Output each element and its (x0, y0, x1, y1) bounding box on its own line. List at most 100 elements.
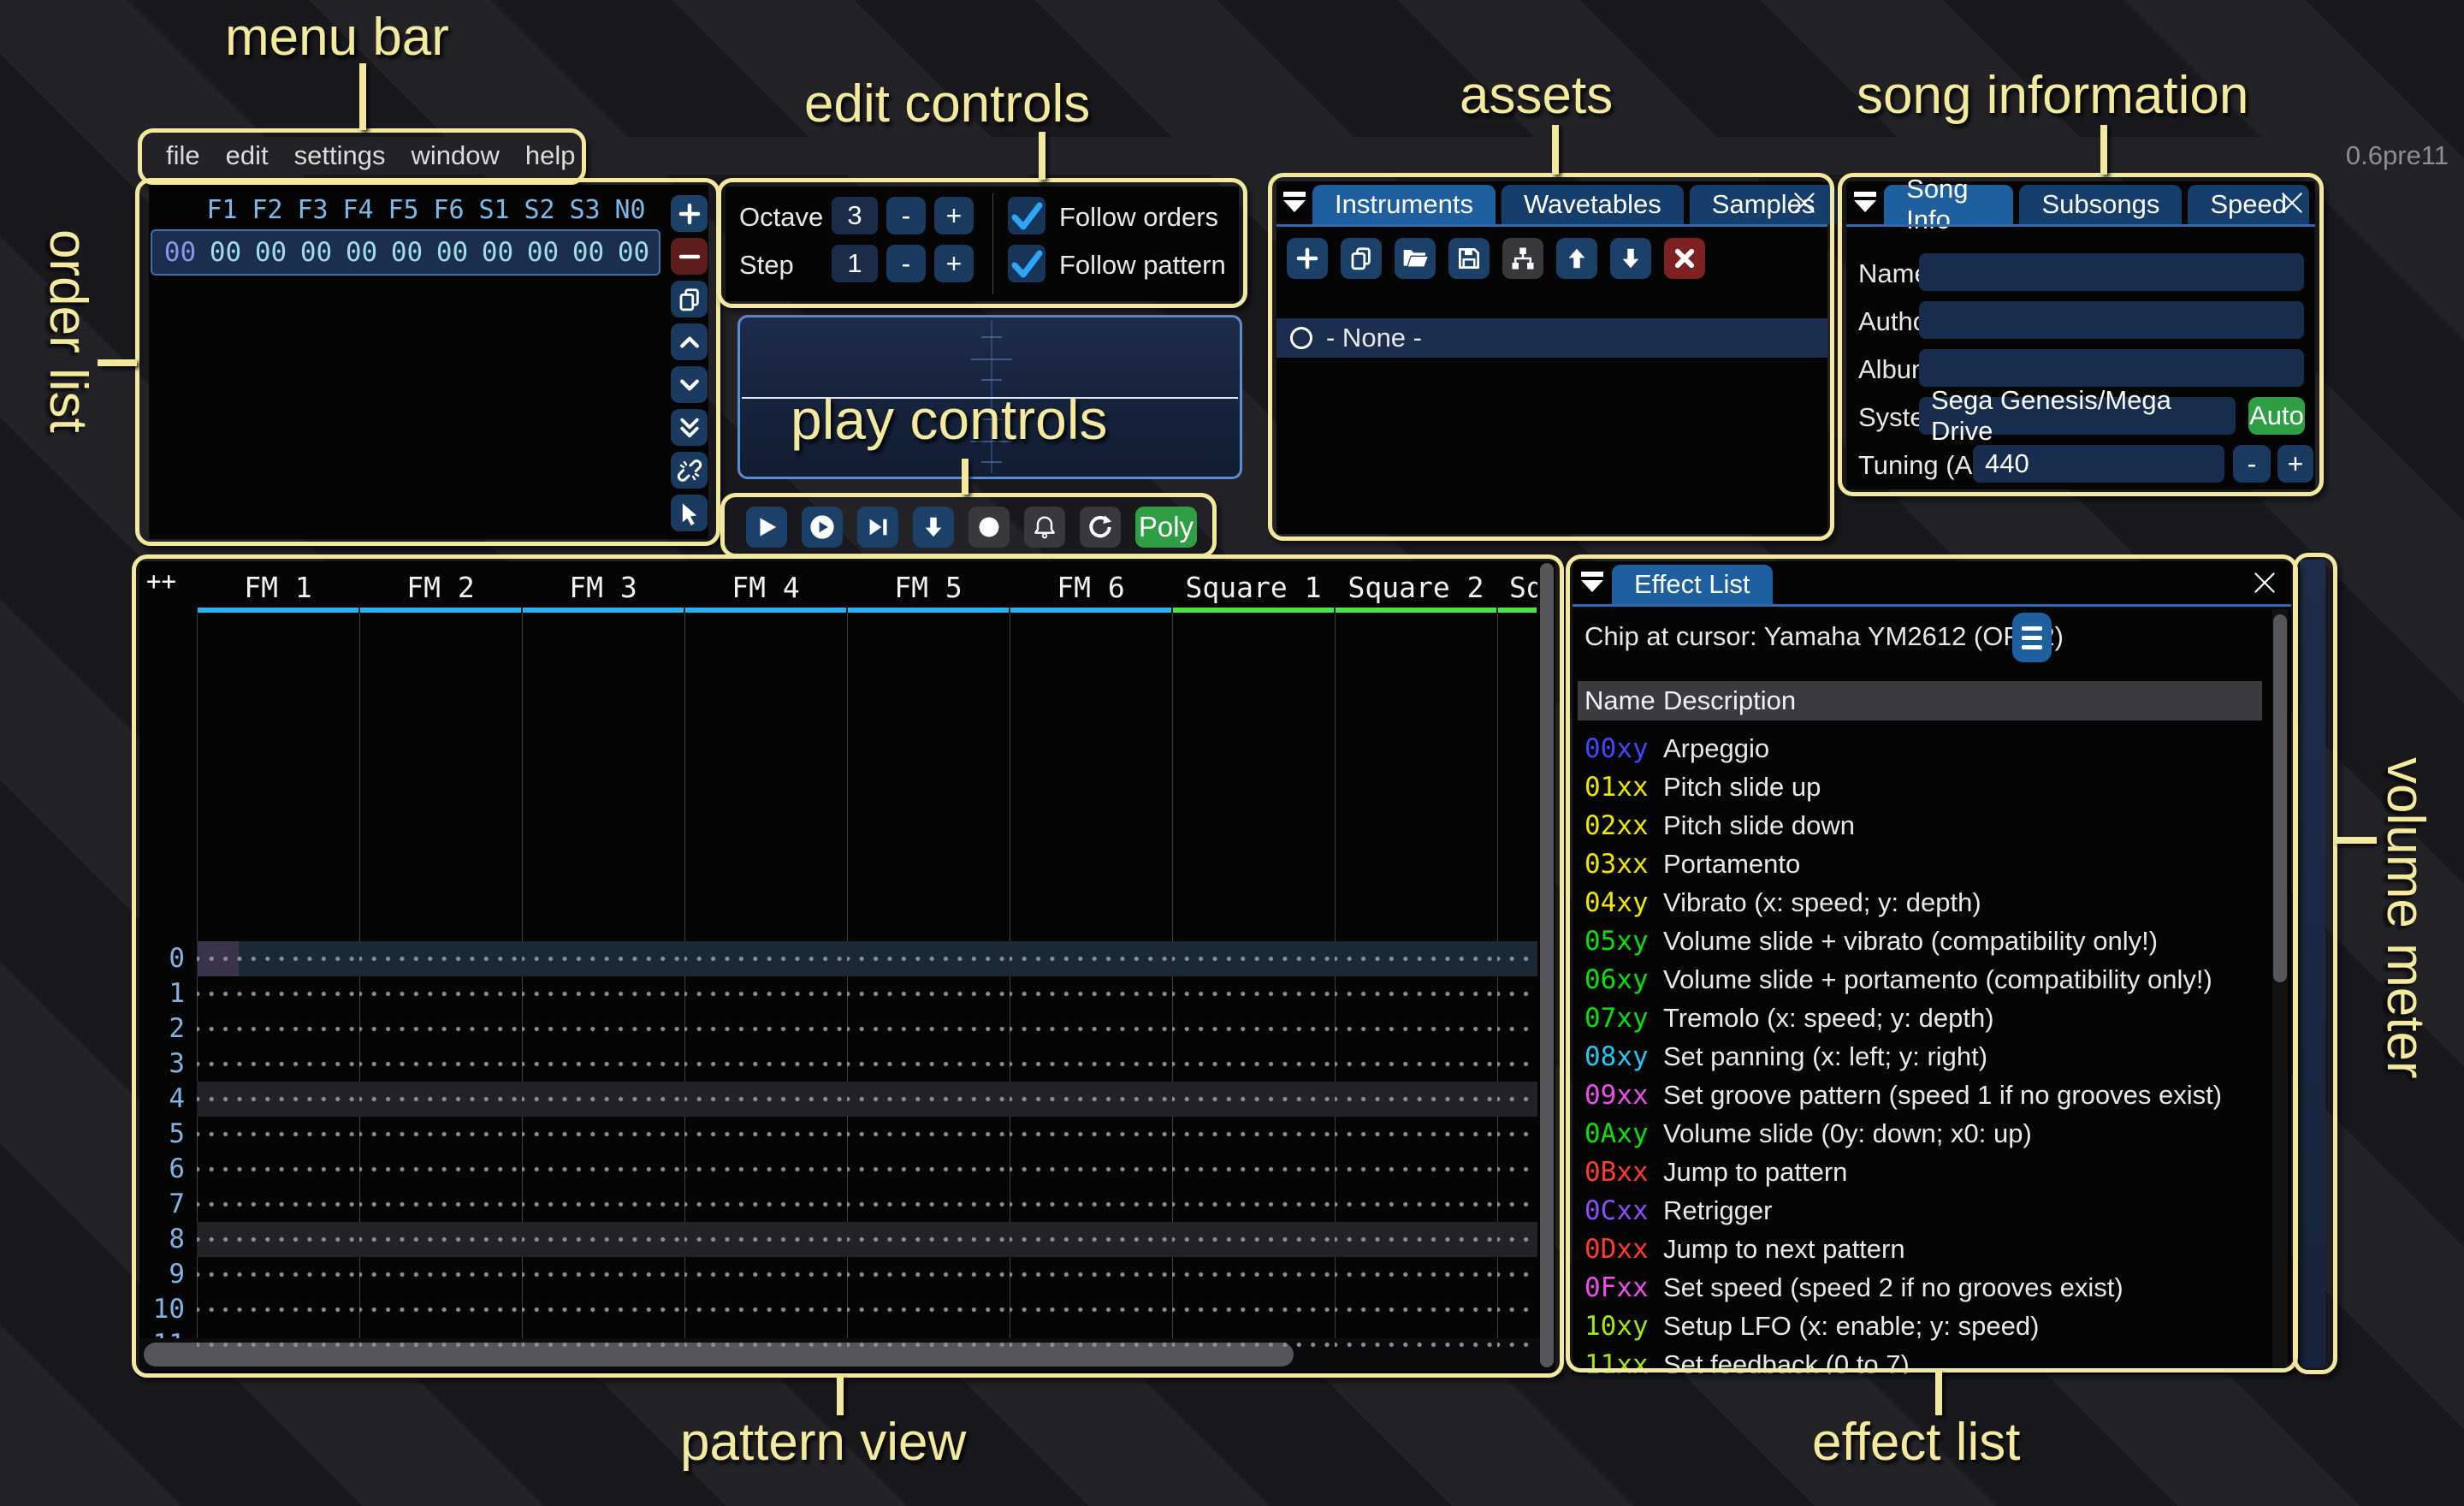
play-from-cursor-button[interactable] (802, 507, 843, 548)
tuning-input[interactable]: 440 (1973, 445, 2224, 483)
pattern-row-2[interactable]: 2 (139, 1011, 1537, 1046)
play-one-row-button[interactable] (857, 507, 898, 548)
effect-row-10xy[interactable]: 10xySetup LFO (x: enable; y: speed) (1573, 1307, 2266, 1345)
menu-settings[interactable]: settings (281, 140, 399, 171)
order-edit-mode-button[interactable] (671, 495, 708, 531)
add-order-button[interactable] (671, 195, 708, 232)
remove-order-button[interactable] (671, 238, 708, 275)
album-input[interactable] (1919, 349, 2304, 387)
tab-effect-list[interactable]: Effect List (1612, 565, 1773, 604)
effect-row-09xx[interactable]: 09xxSet groove pattern (speed 1 if no gr… (1573, 1076, 2266, 1114)
tab-song-info[interactable]: Song Info (1884, 185, 2013, 224)
pattern-row-9[interactable]: 9 (139, 1257, 1537, 1292)
collapse-window-icon[interactable] (1283, 192, 1306, 219)
directory-view-button[interactable] (1502, 238, 1543, 279)
order-cell-S3[interactable]: 00 (566, 237, 611, 268)
channel-header-square-2[interactable]: Square 2 (1335, 561, 1497, 613)
order-cell-N0[interactable]: 00 (611, 237, 656, 268)
effect-row-0Dxx[interactable]: 0DxxJump to next pattern (1573, 1230, 2266, 1268)
effect-row-08xy[interactable]: 08xySet panning (x: left; y: right) (1573, 1037, 2266, 1076)
move-order-up-button[interactable] (671, 323, 708, 360)
collapse-window-icon[interactable] (1579, 572, 1605, 599)
order-cell-F6[interactable]: 00 (429, 237, 475, 268)
effect-row-0Cxx[interactable]: 0CxxRetrigger (1573, 1191, 2266, 1230)
order-cell-F4[interactable]: 00 (339, 237, 384, 268)
effect-row-00xy[interactable]: 00xyArpeggio (1573, 729, 2266, 768)
channel-header-square-1[interactable]: Square 1 (1172, 561, 1335, 613)
effect-row-0Axy[interactable]: 0AxyVolume slide (0y: down; x0: up) (1573, 1114, 2266, 1153)
order-cell-F3[interactable]: 00 (293, 237, 339, 268)
pattern-row-0[interactable]: 0 (139, 941, 1537, 976)
effect-row-02xx[interactable]: 02xxPitch slide down (1573, 806, 2266, 845)
effect-list-menu-button[interactable] (2012, 613, 2052, 662)
effect-row-11xx[interactable]: 11xxSet feedback (0 to 7) (1573, 1345, 2266, 1374)
system-auto-button[interactable]: Auto (2248, 397, 2305, 435)
menu-edit[interactable]: edit (213, 140, 281, 171)
duplicate-order-button[interactable] (671, 281, 708, 317)
pattern-row-11[interactable]: 11 (139, 1327, 1537, 1362)
pattern-row-3[interactable]: 3 (139, 1046, 1537, 1082)
channel-header-fm-6[interactable]: FM 6 (1010, 561, 1172, 613)
name-input[interactable] (1919, 253, 2304, 291)
open-asset-button[interactable] (1395, 238, 1436, 279)
tab-subsongs[interactable]: Subsongs (2019, 185, 2182, 224)
order-cell-F2[interactable]: 00 (248, 237, 293, 268)
effect-row-0Bxx[interactable]: 0BxxJump to pattern (1573, 1153, 2266, 1191)
effect-row-07xy[interactable]: 07xyTremolo (x: speed; y: depth) (1573, 999, 2266, 1037)
close-icon[interactable] (1790, 188, 1819, 217)
menu-file[interactable]: file (153, 140, 213, 171)
menu-window[interactable]: window (398, 140, 512, 171)
duplicate-asset-button[interactable] (1341, 238, 1382, 279)
tab-wavetables[interactable]: Wavetables (1502, 185, 1684, 224)
pattern-row-6[interactable]: 6 (139, 1152, 1537, 1187)
menu-help[interactable]: help (512, 140, 589, 171)
close-icon[interactable] (2250, 568, 2279, 597)
pattern-row-10[interactable]: 10 (139, 1292, 1537, 1327)
tab-instruments[interactable]: Instruments (1312, 185, 1496, 224)
order-row-index[interactable]: 00 (157, 237, 203, 268)
step-plus-button[interactable]: + (934, 245, 974, 282)
tuning-plus-button[interactable]: + (2277, 445, 2313, 483)
pattern-row-8[interactable]: 8 (139, 1222, 1537, 1257)
octave-plus-button[interactable]: + (934, 197, 974, 234)
channel-header-fm-5[interactable]: FM 5 (847, 561, 1010, 613)
system-select[interactable]: Sega Genesis/Mega Drive (1919, 397, 2236, 435)
effect-row-01xx[interactable]: 01xxPitch slide up (1573, 768, 2266, 806)
effect-row-04xy[interactable]: 04xyVibrato (x: speed; y: depth) (1573, 883, 2266, 922)
effect-row-0Fxx[interactable]: 0FxxSet speed (speed 2 if no grooves exi… (1573, 1268, 2266, 1307)
poly-mode-button[interactable]: Poly (1135, 507, 1197, 548)
step-one-row-button[interactable] (913, 507, 954, 548)
effect-row-05xy[interactable]: 05xyVolume slide + vibrato (compatibilit… (1573, 922, 2266, 960)
add-asset-button[interactable] (1287, 238, 1328, 279)
metronome-button[interactable] (1024, 507, 1065, 548)
order-cell-S2[interactable]: 00 (520, 237, 566, 268)
follow-pattern-checkbox[interactable] (1008, 245, 1045, 282)
octave-minus-button[interactable]: - (886, 197, 926, 234)
pattern-row-7[interactable]: 7 (139, 1187, 1537, 1222)
deep-clone-toggle-button[interactable] (671, 452, 708, 489)
pattern-expand-button[interactable]: ++ (146, 566, 176, 596)
follow-orders-checkbox[interactable] (1008, 197, 1045, 234)
move-asset-up-button[interactable] (1556, 238, 1597, 279)
duplicate-order-at-end-button[interactable] (671, 409, 708, 446)
channel-header-fm-2[interactable]: FM 2 (359, 561, 522, 613)
pattern-row-4[interactable]: 4 (139, 1082, 1537, 1117)
repeat-pattern-button[interactable] (1080, 507, 1121, 548)
record-button[interactable] (968, 507, 1010, 548)
channel-header-fm-3[interactable]: FM 3 (522, 561, 684, 613)
step-value[interactable]: 1 (832, 245, 878, 282)
pattern-vertical-scrollbar[interactable] (1540, 563, 1554, 1367)
channel-header-fm-4[interactable]: FM 4 (684, 561, 847, 613)
scrollbar-thumb[interactable] (2273, 614, 2287, 982)
order-cell-F5[interactable]: 00 (384, 237, 429, 268)
effect-list-scrollbar[interactable] (2272, 609, 2288, 1371)
author-input[interactable] (1919, 301, 2304, 339)
tuning-minus-button[interactable]: - (2233, 445, 2271, 483)
order-row[interactable]: 0000000000000000000000 (151, 229, 660, 276)
effect-row-03xx[interactable]: 03xxPortamento (1573, 845, 2266, 883)
delete-asset-button[interactable] (1664, 238, 1705, 279)
move-asset-down-button[interactable] (1610, 238, 1651, 279)
step-minus-button[interactable]: - (886, 245, 926, 282)
pattern-row-1[interactable]: 1 (139, 976, 1537, 1011)
pattern-row-5[interactable]: 5 (139, 1117, 1537, 1152)
